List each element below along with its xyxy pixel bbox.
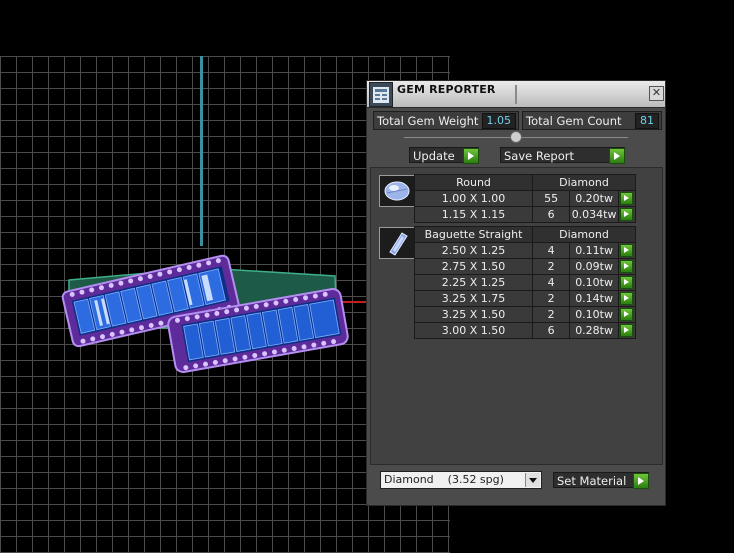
gem-weight: 0.28tw bbox=[569, 322, 619, 339]
play-arrow-icon bbox=[619, 308, 633, 321]
material-select[interactable]: Diamond (3.52 spg) bbox=[380, 471, 542, 489]
material-header: Diamond bbox=[532, 226, 636, 243]
set-material-button[interactable]: Set Material bbox=[553, 472, 649, 489]
panel-title: GEM REPORTER bbox=[397, 83, 496, 96]
ring-model[interactable] bbox=[55, 228, 355, 378]
row-select-button[interactable] bbox=[617, 274, 637, 291]
update-label: Update bbox=[413, 149, 455, 163]
table-header-row: Round Diamond bbox=[414, 174, 636, 191]
round-gem-icon[interactable] bbox=[379, 175, 415, 207]
gem-reporter-panel: GEM REPORTER ✕ Total Gem Weight 1.05 Tot… bbox=[366, 80, 666, 506]
gem-size: 3.25 X 1.75 bbox=[414, 290, 533, 307]
play-arrow-icon bbox=[619, 260, 633, 273]
splitter-handle[interactable] bbox=[510, 131, 522, 143]
gem-count: 2 bbox=[531, 306, 571, 323]
gem-size: 3.00 X 1.50 bbox=[414, 322, 533, 339]
play-arrow-icon bbox=[619, 208, 633, 221]
gem-weight: 0.20tw bbox=[569, 190, 619, 207]
save-report-label: Save Report bbox=[504, 149, 575, 163]
table-row[interactable]: 1.15 X 1.15 6 0.034tw bbox=[414, 206, 637, 223]
round-gem-table: Round Diamond 1.00 X 1.00 55 0.20tw 1.15… bbox=[414, 174, 637, 223]
gem-weight: 0.14tw bbox=[569, 290, 619, 307]
gem-size: 2.25 X 1.25 bbox=[414, 274, 533, 291]
close-button[interactable]: ✕ bbox=[649, 86, 664, 101]
gem-count: 55 bbox=[531, 190, 571, 207]
gem-count: 4 bbox=[531, 242, 571, 259]
table-row[interactable]: 3.25 X 1.50 2 0.10tw bbox=[414, 306, 637, 323]
row-select-button[interactable] bbox=[617, 322, 637, 339]
material-select-value: Diamond (3.52 spg) bbox=[384, 473, 504, 486]
set-material-label: Set Material bbox=[557, 474, 627, 488]
total-gem-weight-value: 1.05 bbox=[481, 113, 516, 129]
gem-count: 6 bbox=[531, 206, 571, 223]
save-report-button[interactable]: Save Report bbox=[500, 147, 625, 164]
play-arrow-icon bbox=[609, 148, 625, 164]
play-arrow-icon bbox=[619, 292, 633, 305]
title-separator bbox=[515, 85, 517, 104]
gem-weight: 0.11tw bbox=[569, 242, 619, 259]
table-row[interactable]: 2.25 X 1.25 4 0.10tw bbox=[414, 274, 637, 291]
row-select-button[interactable] bbox=[617, 290, 637, 307]
gem-list-area: Round Diamond 1.00 X 1.00 55 0.20tw 1.15… bbox=[370, 167, 663, 465]
table-row[interactable]: 3.00 X 1.50 6 0.28tw bbox=[414, 322, 637, 339]
axis-vertical bbox=[200, 56, 203, 246]
total-gem-weight-field: Total Gem Weight 1.05 bbox=[373, 111, 519, 130]
gem-count: 2 bbox=[531, 290, 571, 307]
play-arrow-icon bbox=[619, 276, 633, 289]
gem-weight: 0.034tw bbox=[569, 206, 619, 223]
table-row[interactable]: 3.25 X 1.75 2 0.14tw bbox=[414, 290, 637, 307]
play-arrow-icon bbox=[463, 148, 479, 164]
gem-count: 2 bbox=[531, 258, 571, 275]
shape-header: Round bbox=[414, 174, 533, 191]
row-select-button[interactable] bbox=[617, 190, 637, 207]
baguette-gem-icon[interactable] bbox=[379, 227, 415, 259]
row-select-button[interactable] bbox=[617, 258, 637, 275]
play-arrow-icon bbox=[633, 473, 649, 489]
gem-size: 1.00 X 1.00 bbox=[414, 190, 533, 207]
gem-size: 1.15 X 1.15 bbox=[414, 206, 533, 223]
panel-titlebar[interactable]: GEM REPORTER ✕ bbox=[367, 81, 665, 108]
gem-count: 4 bbox=[531, 274, 571, 291]
material-header: Diamond bbox=[532, 174, 636, 191]
play-arrow-icon bbox=[619, 192, 633, 205]
total-gem-weight-label: Total Gem Weight bbox=[377, 113, 479, 128]
row-select-button[interactable] bbox=[617, 206, 637, 223]
row-select-button[interactable] bbox=[617, 306, 637, 323]
play-arrow-icon bbox=[619, 324, 633, 337]
gem-size: 2.50 X 1.25 bbox=[414, 242, 533, 259]
gem-reporter-icon bbox=[369, 82, 393, 107]
gem-count: 6 bbox=[531, 322, 571, 339]
total-gem-count-field: Total Gem Count 81 bbox=[522, 111, 662, 130]
table-row[interactable]: 2.75 X 1.50 2 0.09tw bbox=[414, 258, 637, 275]
baguette-gem-table: Baguette Straight Diamond 2.50 X 1.25 4 … bbox=[414, 226, 637, 339]
gem-weight: 0.10tw bbox=[569, 274, 619, 291]
gem-weight: 0.10tw bbox=[569, 306, 619, 323]
update-button[interactable]: Update bbox=[409, 147, 479, 164]
gem-weight: 0.09tw bbox=[569, 258, 619, 275]
total-gem-count-value: 81 bbox=[635, 113, 659, 129]
gem-size: 2.75 X 1.50 bbox=[414, 258, 533, 275]
table-row[interactable]: 1.00 X 1.00 55 0.20tw bbox=[414, 190, 637, 207]
play-arrow-icon bbox=[619, 244, 633, 257]
shape-header: Baguette Straight bbox=[414, 226, 533, 243]
table-header-row: Baguette Straight Diamond bbox=[414, 226, 636, 243]
table-row[interactable]: 2.50 X 1.25 4 0.11tw bbox=[414, 242, 637, 259]
row-select-button[interactable] bbox=[617, 242, 637, 259]
chevron-down-icon[interactable] bbox=[525, 473, 540, 487]
total-gem-count-label: Total Gem Count bbox=[526, 113, 622, 128]
gem-size: 3.25 X 1.50 bbox=[414, 306, 533, 323]
